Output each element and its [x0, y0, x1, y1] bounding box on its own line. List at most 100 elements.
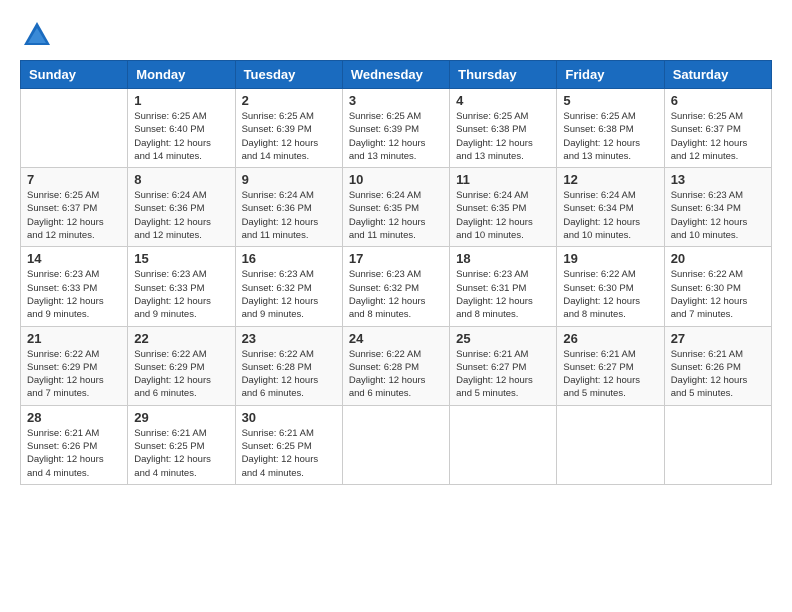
day-info: Sunrise: 6:25 AMSunset: 6:38 PMDaylight:… — [456, 110, 550, 163]
day-info: Sunrise: 6:21 AMSunset: 6:27 PMDaylight:… — [456, 348, 550, 401]
day-info: Sunrise: 6:22 AMSunset: 6:29 PMDaylight:… — [27, 348, 121, 401]
day-info: Sunrise: 6:23 AMSunset: 6:31 PMDaylight:… — [456, 268, 550, 321]
calendar-cell: 8 Sunrise: 6:24 AMSunset: 6:36 PMDaylight… — [128, 168, 235, 247]
day-number: 5 — [563, 93, 657, 108]
calendar-header-saturday: Saturday — [664, 61, 771, 89]
day-number: 13 — [671, 172, 765, 187]
day-info: Sunrise: 6:24 AMSunset: 6:35 PMDaylight:… — [349, 189, 443, 242]
day-number: 11 — [456, 172, 550, 187]
day-number: 6 — [671, 93, 765, 108]
calendar-header-thursday: Thursday — [450, 61, 557, 89]
calendar-header-monday: Monday — [128, 61, 235, 89]
day-number: 2 — [242, 93, 336, 108]
calendar-cell: 26 Sunrise: 6:21 AMSunset: 6:27 PMDayligh… — [557, 326, 664, 405]
calendar-cell: 10 Sunrise: 6:24 AMSunset: 6:35 PMDayligh… — [342, 168, 449, 247]
calendar-cell: 1 Sunrise: 6:25 AMSunset: 6:40 PMDaylight… — [128, 89, 235, 168]
day-number: 14 — [27, 251, 121, 266]
day-info: Sunrise: 6:25 AMSunset: 6:37 PMDaylight:… — [671, 110, 765, 163]
day-number: 26 — [563, 331, 657, 346]
calendar-header-tuesday: Tuesday — [235, 61, 342, 89]
day-info: Sunrise: 6:23 AMSunset: 6:32 PMDaylight:… — [349, 268, 443, 321]
day-number: 1 — [134, 93, 228, 108]
day-info: Sunrise: 6:24 AMSunset: 6:35 PMDaylight:… — [456, 189, 550, 242]
day-info: Sunrise: 6:21 AMSunset: 6:25 PMDaylight:… — [242, 427, 336, 480]
day-info: Sunrise: 6:21 AMSunset: 6:27 PMDaylight:… — [563, 348, 657, 401]
calendar-week-row: 28Sunrise: 6:21 AMSunset: 6:26 PMDayligh… — [21, 405, 772, 484]
day-number: 20 — [671, 251, 765, 266]
day-info: Sunrise: 6:24 AMSunset: 6:36 PMDaylight:… — [242, 189, 336, 242]
calendar-cell: 18 Sunrise: 6:23 AMSunset: 6:31 PMDayligh… — [450, 247, 557, 326]
calendar-week-row: 14 Sunrise: 6:23 AMSunset: 6:33 PMDayligh… — [21, 247, 772, 326]
day-number: 28 — [27, 410, 121, 425]
day-number: 18 — [456, 251, 550, 266]
logo-text — [20, 20, 52, 50]
calendar-cell: 6 Sunrise: 6:25 AMSunset: 6:37 PMDaylight… — [664, 89, 771, 168]
calendar-cell: 29 Sunrise: 6:21 AMSunset: 6:25 PMDayligh… — [128, 405, 235, 484]
calendar-cell — [342, 405, 449, 484]
day-number: 4 — [456, 93, 550, 108]
calendar-cell: 14Sunrise: 6:23 AMSunset: 6:33 PMDayligh… — [21, 247, 128, 326]
day-info: Sunrise: 6:23 AMSunset: 6:34 PMDaylight:… — [671, 189, 765, 242]
day-info: Sunrise: 6:25 AMSunset: 6:38 PMDaylight:… — [563, 110, 657, 163]
calendar-cell: 17 Sunrise: 6:23 AMSunset: 6:32 PMDayligh… — [342, 247, 449, 326]
calendar-cell: 4 Sunrise: 6:25 AMSunset: 6:38 PMDaylight… — [450, 89, 557, 168]
calendar-cell: 22 Sunrise: 6:22 AMSunset: 6:29 PMDayligh… — [128, 326, 235, 405]
day-number: 16 — [242, 251, 336, 266]
day-info: Sunrise: 6:25 AMSunset: 6:37 PMDaylight:… — [27, 189, 121, 242]
calendar-week-row: 7 Sunrise: 6:25 AMSunset: 6:37 PMDaylight… — [21, 168, 772, 247]
calendar-cell: 23 Sunrise: 6:22 AMSunset: 6:28 PMDayligh… — [235, 326, 342, 405]
day-number: 9 — [242, 172, 336, 187]
day-number: 29 — [134, 410, 228, 425]
calendar-table: SundayMondayTuesdayWednesdayThursdayFrid… — [20, 60, 772, 485]
calendar-cell: 13 Sunrise: 6:23 AMSunset: 6:34 PMDayligh… — [664, 168, 771, 247]
logo — [20, 20, 52, 50]
calendar-cell: 3Sunrise: 6:25 AMSunset: 6:39 PMDaylight… — [342, 89, 449, 168]
day-info: Sunrise: 6:22 AMSunset: 6:29 PMDaylight:… — [134, 348, 228, 401]
day-number: 22 — [134, 331, 228, 346]
day-number: 24 — [349, 331, 443, 346]
day-info: Sunrise: 6:25 AMSunset: 6:39 PMDaylight:… — [242, 110, 336, 163]
page-header — [20, 20, 772, 50]
calendar-header-friday: Friday — [557, 61, 664, 89]
day-info: Sunrise: 6:21 AMSunset: 6:25 PMDaylight:… — [134, 427, 228, 480]
day-number: 27 — [671, 331, 765, 346]
day-number: 10 — [349, 172, 443, 187]
day-number: 12 — [563, 172, 657, 187]
day-info: Sunrise: 6:22 AMSunset: 6:30 PMDaylight:… — [563, 268, 657, 321]
day-number: 17 — [349, 251, 443, 266]
day-info: Sunrise: 6:25 AMSunset: 6:39 PMDaylight:… — [349, 110, 443, 163]
calendar-cell: 21 Sunrise: 6:22 AMSunset: 6:29 PMDayligh… — [21, 326, 128, 405]
calendar-cell: 30 Sunrise: 6:21 AMSunset: 6:25 PMDayligh… — [235, 405, 342, 484]
calendar-header-row: SundayMondayTuesdayWednesdayThursdayFrid… — [21, 61, 772, 89]
calendar-cell: 24 Sunrise: 6:22 AMSunset: 6:28 PMDayligh… — [342, 326, 449, 405]
day-info: Sunrise: 6:23 AMSunset: 6:32 PMDaylight:… — [242, 268, 336, 321]
calendar-cell: 27 Sunrise: 6:21 AMSunset: 6:26 PMDayligh… — [664, 326, 771, 405]
day-number: 23 — [242, 331, 336, 346]
calendar-cell: 20Sunrise: 6:22 AMSunset: 6:30 PMDayligh… — [664, 247, 771, 326]
calendar-cell: 11 Sunrise: 6:24 AMSunset: 6:35 PMDayligh… — [450, 168, 557, 247]
day-info: Sunrise: 6:22 AMSunset: 6:28 PMDaylight:… — [349, 348, 443, 401]
calendar-cell: 16 Sunrise: 6:23 AMSunset: 6:32 PMDayligh… — [235, 247, 342, 326]
calendar-cell — [557, 405, 664, 484]
calendar-cell — [21, 89, 128, 168]
logo-icon — [22, 20, 52, 50]
calendar-cell — [664, 405, 771, 484]
day-info: Sunrise: 6:25 AMSunset: 6:40 PMDaylight:… — [134, 110, 228, 163]
day-number: 30 — [242, 410, 336, 425]
day-number: 7 — [27, 172, 121, 187]
calendar-header-wednesday: Wednesday — [342, 61, 449, 89]
day-info: Sunrise: 6:22 AMSunset: 6:28 PMDaylight:… — [242, 348, 336, 401]
calendar-cell: 2 Sunrise: 6:25 AMSunset: 6:39 PMDaylight… — [235, 89, 342, 168]
day-info: Sunrise: 6:24 AMSunset: 6:36 PMDaylight:… — [134, 189, 228, 242]
calendar-cell: 12 Sunrise: 6:24 AMSunset: 6:34 PMDayligh… — [557, 168, 664, 247]
logo-general — [20, 20, 52, 50]
day-info: Sunrise: 6:24 AMSunset: 6:34 PMDaylight:… — [563, 189, 657, 242]
day-info: Sunrise: 6:23 AMSunset: 6:33 PMDaylight:… — [134, 268, 228, 321]
calendar-cell: 15Sunrise: 6:23 AMSunset: 6:33 PMDayligh… — [128, 247, 235, 326]
day-number: 25 — [456, 331, 550, 346]
calendar-cell — [450, 405, 557, 484]
calendar-week-row: 21 Sunrise: 6:22 AMSunset: 6:29 PMDayligh… — [21, 326, 772, 405]
day-number: 21 — [27, 331, 121, 346]
day-info: Sunrise: 6:21 AMSunset: 6:26 PMDaylight:… — [671, 348, 765, 401]
day-number: 8 — [134, 172, 228, 187]
